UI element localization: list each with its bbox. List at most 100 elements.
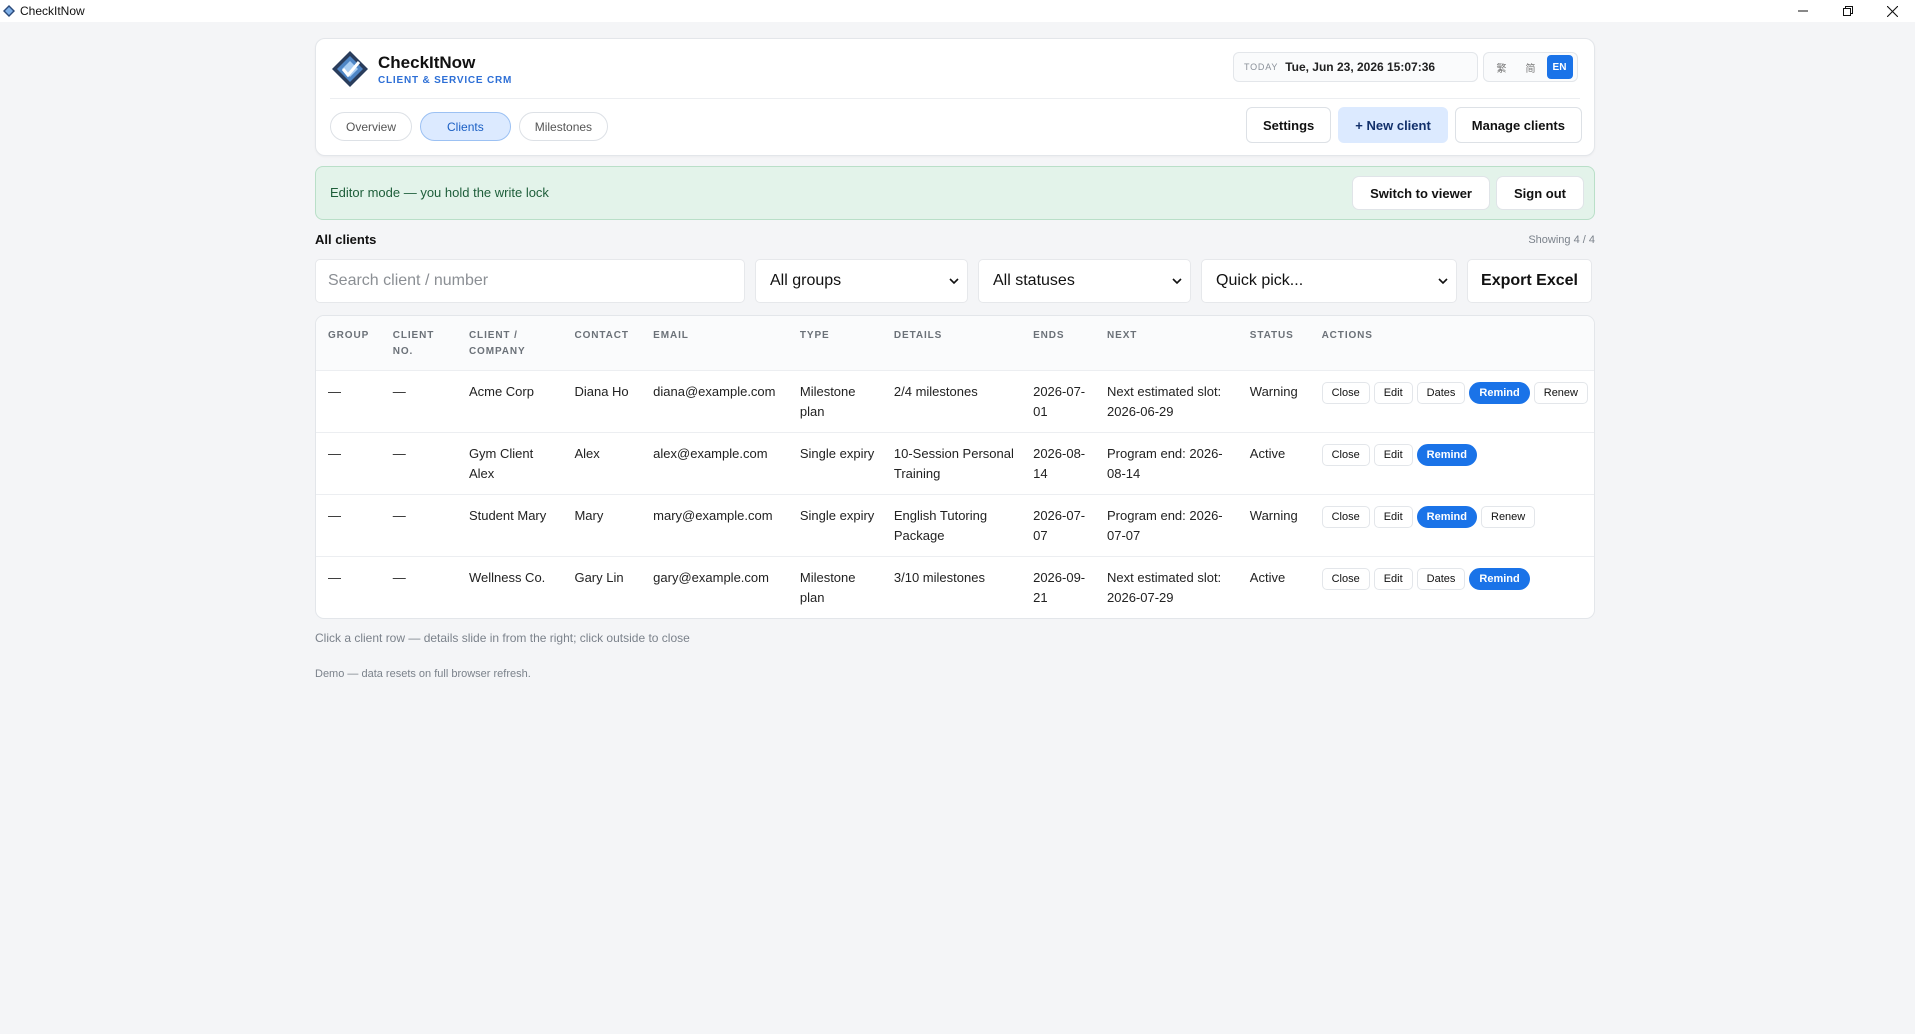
remind-button[interactable]: Remind — [1416, 444, 1477, 466]
cell-status: Active — [1237, 432, 1310, 495]
column-header-type[interactable]: TYPE — [787, 316, 882, 371]
table-row[interactable]: — — Acme Corp Diana Ho diana@example.com… — [316, 370, 1594, 433]
clients-table-card: GROUP CLIENT NO. CLIENT / COMPANY CONTAC… — [315, 315, 1595, 619]
edit-button[interactable]: Edit — [1373, 444, 1413, 466]
main-tabs: Overview Clients Milestones — [330, 112, 609, 141]
column-header-email[interactable]: EMAIL — [641, 316, 788, 371]
chevron-down-icon — [1438, 278, 1448, 285]
language-switcher: 繁 简 EN — [1483, 52, 1578, 82]
status-select[interactable]: All statuses — [978, 259, 1191, 303]
remind-button[interactable]: Remind — [1469, 568, 1530, 590]
sign-out-button[interactable]: Sign out — [1496, 176, 1584, 210]
banner-actions: Switch to viewer Sign out — [1352, 176, 1584, 210]
tab-clients[interactable]: Clients — [420, 112, 511, 141]
cell-details: English Tutoring Package — [881, 494, 1022, 557]
close-button[interactable]: Close — [1321, 444, 1370, 466]
lang-simplified-button[interactable]: 简 — [1518, 55, 1544, 79]
close-button[interactable]: Close — [1321, 568, 1370, 590]
column-header-group[interactable]: GROUP — [316, 316, 381, 371]
main-container: CheckItNow CLIENT & SERVICE CRM TODAY Tu… — [315, 38, 1595, 680]
chevron-down-icon — [949, 278, 959, 285]
app-header: CheckItNow CLIENT & SERVICE CRM TODAY Tu… — [315, 38, 1595, 156]
cell-ends: 2026-09-21 — [1033, 570, 1086, 605]
cell-group: — — [316, 432, 381, 495]
close-button[interactable]: Close — [1321, 506, 1370, 528]
edit-button[interactable]: Edit — [1373, 382, 1413, 404]
cell-contact: Diana Ho — [562, 370, 642, 433]
lang-english-button[interactable]: EN — [1546, 55, 1573, 79]
today-label: TODAY — [1244, 62, 1279, 72]
cell-ends: 2026-07-01 — [1021, 370, 1096, 433]
table-row[interactable]: — — Wellness Co. Gary Lin gary@example.c… — [316, 557, 1594, 619]
cell-group: — — [316, 370, 381, 433]
cell-contact: Mary — [562, 494, 642, 557]
tab-overview[interactable]: Overview — [330, 112, 413, 141]
minimize-icon[interactable] — [1780, 0, 1825, 22]
app-logo-icon — [3, 5, 15, 17]
clients-table: GROUP CLIENT NO. CLIENT / COMPANY CONTAC… — [316, 316, 1594, 618]
editor-mode-banner: Editor mode — you hold the write lock Sw… — [315, 166, 1595, 220]
brand-logo-icon — [332, 51, 368, 87]
switch-to-viewer-button[interactable]: Switch to viewer — [1352, 176, 1490, 210]
cell-actions: Close Edit Remind — [1309, 432, 1594, 495]
cell-type: Milestone plan — [787, 370, 882, 433]
column-header-company[interactable]: CLIENT / COMPANY — [456, 316, 563, 371]
renew-button[interactable]: Renew — [1481, 506, 1536, 528]
export-excel-button[interactable]: Export Excel — [1467, 259, 1592, 303]
cell-details: 10-Session Personal Training — [881, 432, 1022, 495]
header-divider — [330, 98, 1580, 99]
demo-footer: Demo — data resets on full browser refre… — [315, 668, 531, 680]
cell-actions: Close Edit Dates Remind — [1310, 557, 1594, 619]
close-button[interactable]: Close — [1321, 382, 1370, 404]
tab-milestones[interactable]: Milestones — [518, 112, 609, 141]
edit-button[interactable]: Edit — [1373, 568, 1413, 590]
cell-status: Active — [1249, 570, 1286, 585]
cell-company: Student Mary — [456, 494, 563, 557]
cell-actions: Close Edit Remind Renew — [1309, 494, 1594, 557]
table-row[interactable]: — — Student Mary Mary mary@example.com S… — [316, 494, 1594, 557]
cell-client-no: — — [380, 494, 457, 557]
column-header-ends[interactable]: ENDS — [1021, 316, 1096, 371]
today-display: TODAY Tue, Jun 23, 2026 15:07:36 — [1233, 52, 1478, 82]
group-select-value: All groups — [770, 272, 842, 289]
restore-icon[interactable] — [1825, 0, 1870, 22]
cell-ends: 2026-08-14 — [1021, 432, 1096, 495]
brand-subtitle: CLIENT & SERVICE CRM — [378, 74, 513, 86]
column-header-status[interactable]: STATUS — [1237, 316, 1310, 371]
new-client-button[interactable]: + New client — [1338, 107, 1448, 143]
cell-client-no: — — [380, 370, 457, 433]
group-select[interactable]: All groups — [755, 259, 968, 303]
chevron-down-icon — [1172, 278, 1182, 285]
quick-pick-value: Quick pick... — [1216, 272, 1304, 289]
edit-button[interactable]: Edit — [1373, 506, 1413, 528]
column-header-client-no[interactable]: CLIENT NO. — [380, 316, 457, 371]
settings-button[interactable]: Settings — [1246, 107, 1332, 143]
column-header-actions: ACTIONS — [1309, 316, 1594, 371]
renew-button[interactable]: Renew — [1533, 382, 1588, 404]
quick-pick-select[interactable]: Quick pick... — [1201, 259, 1457, 303]
cell-type: Milestone plan — [799, 570, 856, 605]
cell-status: Warning — [1237, 370, 1310, 433]
cell-contact: Alex — [562, 432, 642, 495]
cell-email: gary@example.com — [653, 570, 769, 585]
dates-button[interactable]: Dates — [1416, 568, 1466, 590]
filter-bar: All groups All statuses Quick pick... Ex… — [315, 259, 1595, 303]
cell-email: alex@example.com — [641, 432, 788, 495]
editor-mode-text: Editor mode — you hold the write lock — [330, 185, 549, 200]
cell-company: Gym Client Alex — [456, 432, 563, 495]
search-input[interactable] — [315, 259, 745, 303]
column-header-next[interactable]: NEXT — [1095, 316, 1238, 371]
column-header-contact[interactable]: CONTACT — [562, 316, 642, 371]
table-row[interactable]: — — Gym Client Alex Alex alex@example.co… — [316, 432, 1594, 495]
close-window-icon[interactable] — [1870, 0, 1915, 22]
lang-traditional-button[interactable]: 繁 — [1489, 55, 1515, 79]
dates-button[interactable]: Dates — [1416, 382, 1466, 404]
column-header-details[interactable]: DETAILS — [881, 316, 1022, 371]
cell-group: — — [328, 570, 341, 585]
manage-clients-button[interactable]: Manage clients — [1454, 107, 1582, 143]
table-hint: Click a client row — details slide in fr… — [315, 631, 690, 645]
cell-next: Program end: 2026-08-14 — [1095, 432, 1238, 495]
remind-button[interactable]: Remind — [1469, 382, 1530, 404]
remind-button[interactable]: Remind — [1416, 506, 1477, 528]
cell-client-no: — — [380, 432, 457, 495]
